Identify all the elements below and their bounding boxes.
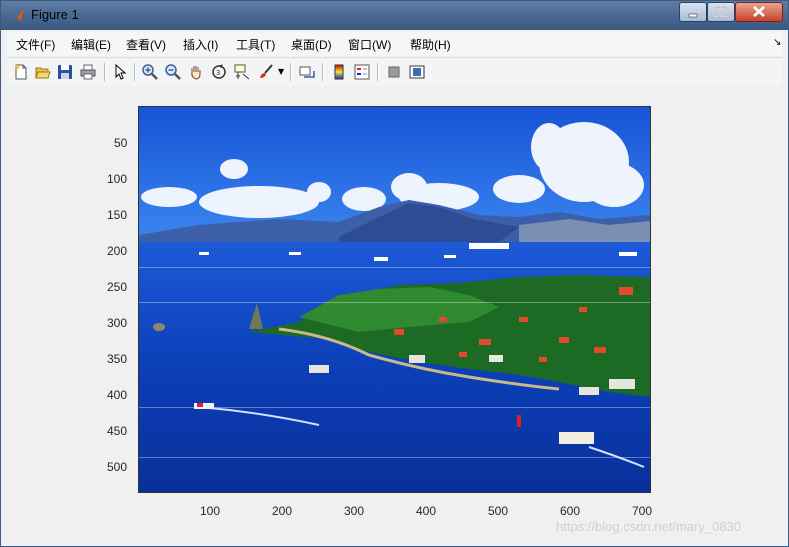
link-plot-button[interactable] [297,62,317,82]
minimize-button[interactable] [679,2,707,22]
menu-bar: 文件(F) 编辑(E) 查看(V) 插入(I) 工具(T) 桌面(D) 窗口(W… [7,32,782,56]
menu-window[interactable]: 窗口(W) [348,36,391,53]
pointer-icon [115,64,127,80]
menu-overflow-icon[interactable]: ↘ [773,37,781,48]
watermark-text: https://blog.csdn.net/mary_0830 [556,519,742,534]
menu-tools[interactable]: 工具(T) [236,36,275,53]
x-tick-label: 300 [344,504,365,518]
hide-plot-tools-button[interactable] [384,62,404,82]
island-photo [139,107,650,492]
open-file-button[interactable] [33,62,53,82]
brush-dropdown-icon[interactable]: ▼ [278,67,284,76]
toolbar-separator [290,63,292,81]
y-tick-label: 400 [107,388,128,402]
window-title: Figure 1 [31,7,79,22]
colorbar-icon [334,64,344,80]
y-tick-label: 500 [107,460,128,474]
close-icon [753,6,765,17]
data-cursor-icon [234,64,250,80]
minimize-icon [688,13,698,18]
show-plot-tools-button[interactable] [407,62,427,82]
save-icon [58,65,72,79]
menu-desktop[interactable]: 桌面(D) [291,36,332,53]
maximize-icon [715,6,727,17]
y-tick-label: 50 [114,136,128,150]
x-tick-label: 700 [632,504,653,518]
y-tick-label: 150 [107,208,128,222]
zoom-in-button[interactable] [140,62,160,82]
matlab-icon [10,9,24,21]
brush-icon [260,64,273,78]
svg-text:3: 3 [216,69,220,77]
x-tick-label: 600 [560,504,581,518]
show-plot-tools-icon [409,65,425,79]
print-icon [80,64,96,80]
zoom-in-icon [142,64,158,80]
pan-icon [191,66,201,80]
legend-icon [354,64,370,80]
colorbar-button[interactable] [329,62,349,82]
x-tick-label: 200 [272,504,293,518]
menu-edit[interactable]: 编辑(E) [71,36,111,53]
save-button[interactable] [55,62,75,82]
print-button[interactable] [78,62,98,82]
menu-view[interactable]: 查看(V) [126,36,166,53]
pointer-button[interactable] [110,62,130,82]
rotate-3d-button[interactable]: 3 [209,62,229,82]
menu-insert[interactable]: 插入(I) [183,36,218,53]
legend-button[interactable] [352,62,372,82]
toolbar-separator [322,63,324,81]
y-tick-label: 250 [107,280,128,294]
menu-help[interactable]: 帮助(H) [410,36,451,53]
y-tick-label: 100 [107,172,128,186]
x-tick-label: 100 [200,504,221,518]
pan-button[interactable] [186,62,206,82]
toolbar-separator [134,63,136,81]
y-tick-label: 450 [107,424,128,438]
new-figure-button[interactable] [11,62,31,82]
new-figure-icon [15,64,27,80]
data-cursor-button[interactable] [232,62,252,82]
x-tick-label: 500 [488,504,509,518]
link-plot-icon [299,66,315,78]
zoom-out-button[interactable] [163,62,183,82]
figure-toolbar: 3 ▼ [7,57,782,87]
rotate-3d-icon: 3 [212,64,226,79]
x-tick-label: 400 [416,504,437,518]
y-tick-label: 200 [107,244,128,258]
brush-button[interactable] [256,62,276,82]
open-file-icon [35,67,51,79]
zoom-out-icon [165,64,181,80]
title-bar[interactable]: Figure 1 [1,1,788,30]
maximize-button[interactable] [707,2,735,22]
toolbar-separator [377,63,379,81]
y-tick-label: 300 [107,316,128,330]
y-tick-label: 350 [107,352,128,366]
menu-file[interactable]: 文件(F) [16,36,55,53]
close-button[interactable] [735,2,783,22]
toolbar-separator [104,63,106,81]
hide-plot-tools-icon [388,66,400,78]
image-axes[interactable] [138,106,651,493]
